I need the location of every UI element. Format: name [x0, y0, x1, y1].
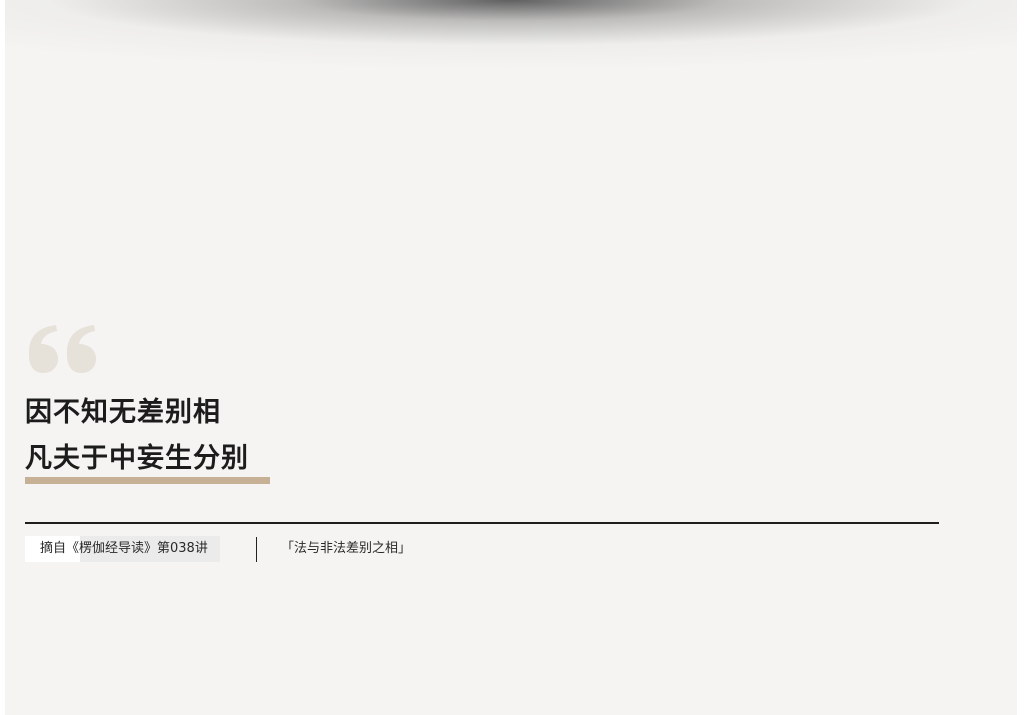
right-edge [1017, 0, 1024, 715]
top-shadow [5, 0, 1017, 70]
divider [25, 522, 939, 524]
separator [256, 537, 257, 562]
quote-card: 因不知无差别相 凡夫于中妄生分别 摘自《楞伽经导读》第038讲 「法与非法差别之… [5, 0, 1017, 715]
source-label[interactable]: 摘自《楞伽经导读》第038讲 [25, 536, 220, 562]
topic-label[interactable]: 「法与非法差别之相」 [281, 536, 411, 562]
quote-line-1: 因不知无差别相 [25, 397, 221, 428]
quote-underline [25, 477, 270, 484]
quote-mark-icon [29, 325, 96, 373]
page: 因不知无差别相 凡夫于中妄生分别 摘自《楞伽经导读》第038讲 「法与非法差别之… [0, 0, 1024, 715]
source-text: 摘自《楞伽经导读》第038讲 [40, 541, 208, 556]
quote-line-2: 凡夫于中妄生分别 [25, 443, 249, 474]
